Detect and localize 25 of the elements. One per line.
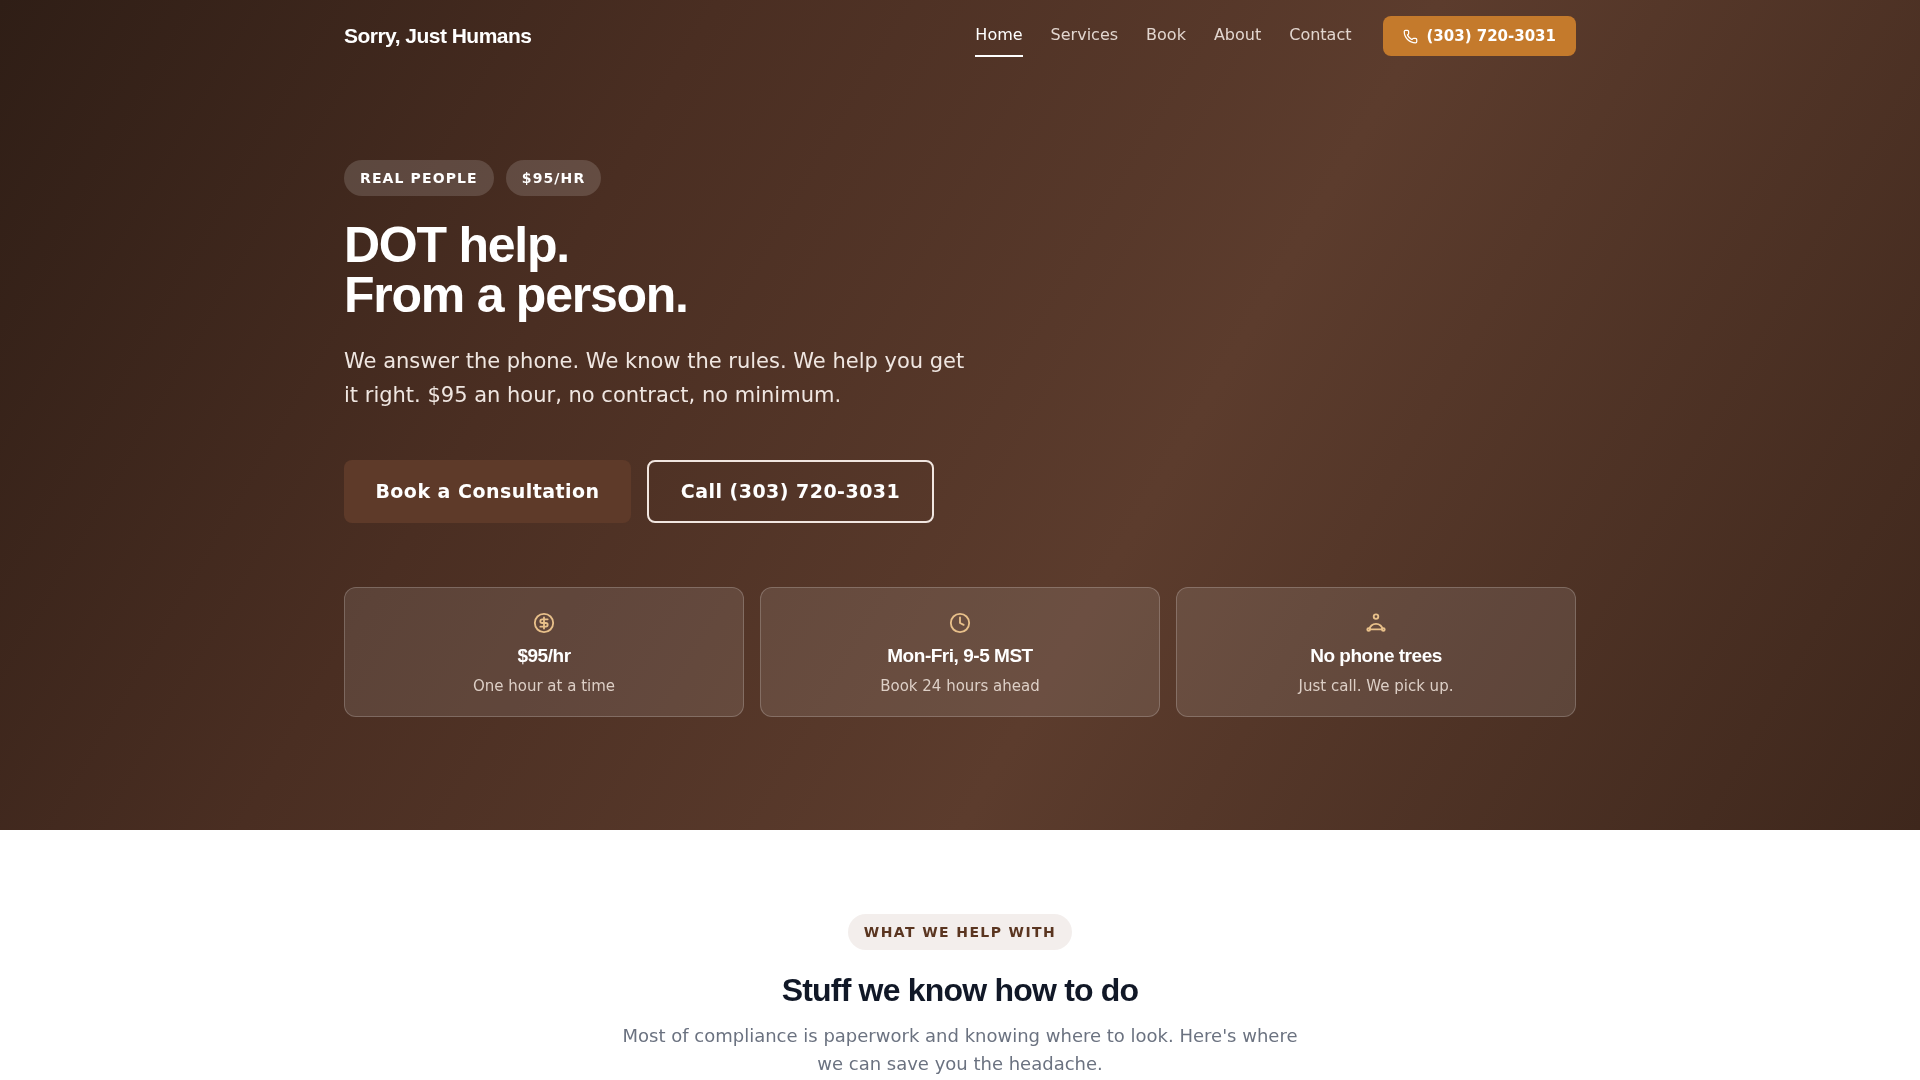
feature-title: Mon-Fri, 9-5 MST	[887, 644, 1033, 668]
hero-badge: REAL PEOPLE	[344, 160, 494, 196]
clock-icon	[949, 612, 971, 634]
hero-badge: $95/HR	[505, 160, 602, 196]
section-heading: Stuff we know how to do	[781, 971, 1139, 1010]
feature-title: $95/hr	[517, 644, 571, 668]
section-eyebrow: WHAT WE HELP WITH	[847, 914, 1073, 950]
book-button[interactable]: Book a Consultation	[344, 460, 631, 523]
feature-subtitle: Book 24 hours ahead	[880, 675, 1040, 697]
phone-icon	[1403, 28, 1419, 44]
hero-heading-line: DOT help.	[344, 220, 570, 270]
hero-intro: We answer the phone. We know the rules. We help you get it right. $95 an hour, no contract, no minimum.	[344, 348, 966, 409]
feature-subtitle: One hour at a time	[472, 675, 616, 697]
nav-link[interactable]: About	[1213, 15, 1262, 57]
section-intro: Most of compliance is paperwork and knowing where to look. Here's where we can save you the headache.	[621, 1024, 1299, 1076]
nav-link[interactable]: Book	[1146, 15, 1186, 57]
feature-title: No phone trees	[1310, 644, 1442, 668]
call-button[interactable]: Call (303) 720-3031	[647, 460, 934, 523]
feature-subtitle: Just call. We pick up.	[1298, 675, 1454, 697]
site-logo[interactable]: Sorry, Just Humans	[344, 20, 532, 52]
dollar-icon	[533, 612, 555, 634]
nav-link[interactable]: Services	[1050, 15, 1119, 57]
nav-link[interactable]: Home	[975, 15, 1023, 57]
person-icon	[1365, 612, 1387, 634]
nav-link[interactable]: Contact	[1289, 15, 1352, 57]
